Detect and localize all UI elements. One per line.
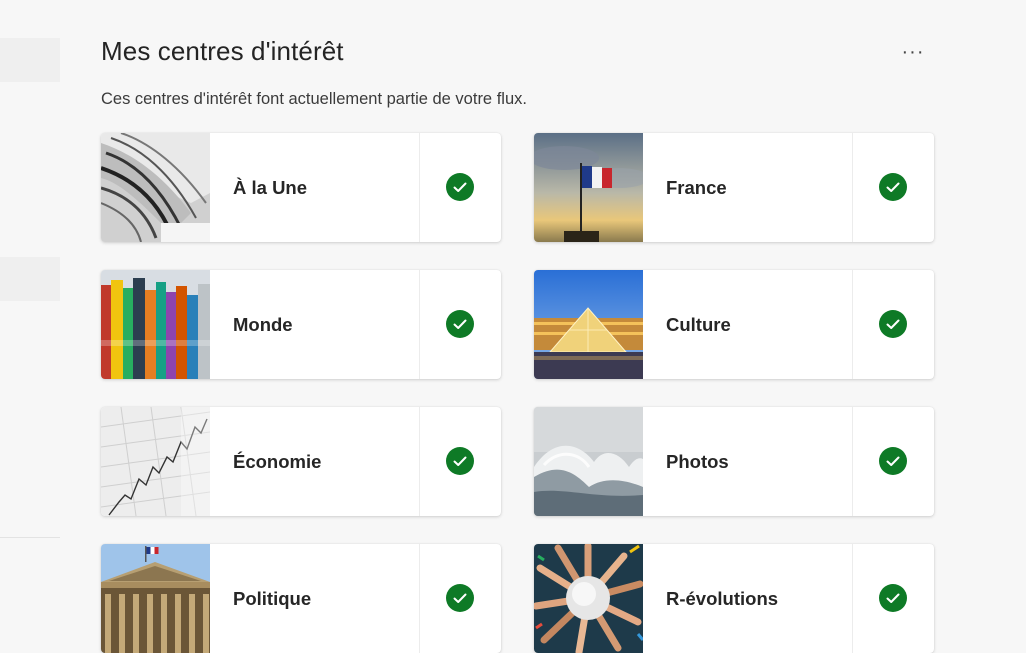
checkmark-icon[interactable] [879, 584, 907, 612]
assemblee-building-image [101, 544, 210, 653]
french-flag-image [534, 133, 643, 242]
page-title: Mes centres d'intérêt [101, 36, 344, 66]
more-options-button[interactable]: ··· [891, 36, 935, 68]
left-sidebar [0, 0, 60, 646]
interest-card[interactable]: Monde [101, 270, 501, 379]
hands-circle-image [534, 544, 643, 653]
checkmark-icon[interactable] [446, 584, 474, 612]
louvre-pyramid-image [534, 270, 643, 379]
ocean-wave-image [534, 407, 643, 516]
checkmark-icon[interactable] [446, 173, 474, 201]
interests-panel: Mes centres d'intérêt ··· Ces centres d'… [101, 0, 941, 653]
page-subtitle: Ces centres d'intérêt font actuellement … [101, 90, 527, 108]
interest-card[interactable]: Culture [534, 270, 934, 379]
sidebar-item[interactable] [0, 38, 60, 82]
checkmark-icon[interactable] [879, 310, 907, 338]
interest-card[interactable]: À la Une [101, 133, 501, 242]
interest-card[interactable]: Photos [534, 407, 934, 516]
checkmark-icon[interactable] [446, 447, 474, 475]
interest-label: Photos [666, 451, 729, 472]
checkmark-icon[interactable] [879, 447, 907, 475]
stock-chart-image [101, 407, 210, 516]
interest-label: À la Une [233, 177, 308, 198]
checkmark-icon[interactable] [446, 310, 474, 338]
interest-label: Économie [233, 451, 322, 472]
interest-card[interactable]: France [534, 133, 934, 242]
interest-card[interactable]: Politique [101, 544, 501, 653]
sidebar-item[interactable] [0, 257, 60, 301]
interest-label: Culture [666, 314, 731, 335]
interest-card[interactable]: R-évolutions [534, 544, 934, 653]
interest-label: R-évolutions [666, 588, 779, 609]
interest-label: Politique [233, 588, 312, 609]
interest-label: France [666, 177, 727, 198]
interest-card[interactable]: Économie [101, 407, 501, 516]
newspaper-stack-image [101, 133, 210, 242]
world-flags-image [101, 270, 210, 379]
interest-label: Monde [233, 314, 293, 335]
sidebar-divider [0, 537, 60, 538]
checkmark-icon[interactable] [879, 173, 907, 201]
